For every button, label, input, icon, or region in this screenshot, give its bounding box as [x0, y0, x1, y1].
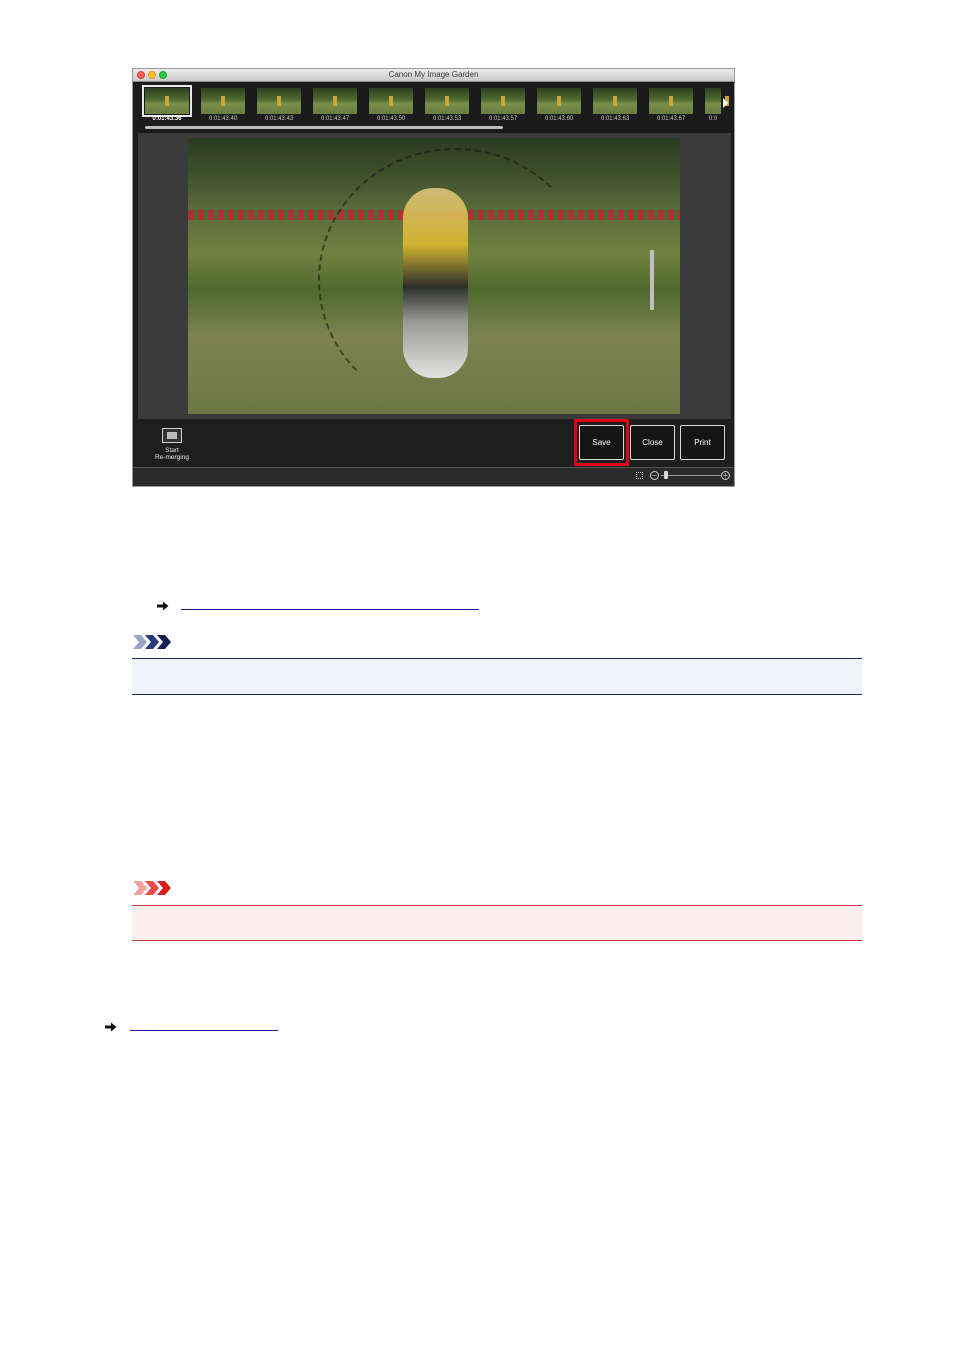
zoom-out-icon[interactable]: − [650, 471, 659, 480]
frame-thumbnail[interactable] [369, 88, 413, 114]
frame-time-label: 0:01:43.40 [208, 116, 238, 122]
zoom-slider-handle[interactable] [664, 471, 668, 479]
frame-thumbnail[interactable] [257, 88, 301, 114]
app-window: Canon My Image Garden 0:01:43.36 0:01:43… [132, 68, 735, 487]
title-bar: Canon My Image Garden [133, 69, 734, 82]
note-chevrons-icon [133, 635, 171, 649]
frame-thumbnail[interactable] [649, 88, 693, 114]
frame-time-label: 0:01:43.63 [600, 116, 630, 122]
frame-time-label: 0:01:43.43 [264, 116, 294, 122]
zoom-slider[interactable] [661, 475, 721, 476]
start-remerging-label: Start Re-merging [155, 447, 189, 461]
preview-area [138, 133, 731, 419]
print-button[interactable]: Print [680, 425, 725, 460]
merged-image [188, 138, 680, 414]
window-title: Canon My Image Garden [388, 70, 479, 79]
frame-time-label: 0:01:43.36 [152, 116, 182, 122]
frame-thumbnail[interactable] [593, 88, 637, 114]
frame-thumbnail[interactable] [481, 88, 525, 114]
close-button[interactable]: Close [630, 425, 675, 460]
frame-time-label: 0:01:43.67 [656, 116, 686, 122]
frame-thumbnail[interactable] [425, 88, 469, 114]
bottom-toolbar: Start Re-merging Save Close Print [133, 419, 734, 467]
frame-thumbnail[interactable] [537, 88, 581, 114]
fit-to-window-icon[interactable] [636, 472, 643, 479]
zoom-in-icon[interactable]: + [721, 471, 730, 480]
frame-time-label: 0:0 [708, 116, 718, 122]
frame-time-label: 0:01:43.53 [432, 116, 462, 122]
related-link[interactable] [157, 599, 479, 613]
frame-thumbnail[interactable] [142, 85, 192, 117]
right-arrow-icon [105, 1022, 117, 1032]
filmstrip-scrollbar[interactable] [145, 126, 503, 129]
top-page-link[interactable] [105, 1020, 280, 1034]
right-arrow-icon [157, 601, 169, 611]
remerge-icon [162, 428, 182, 443]
frame-time-label: 0:01:43.57 [488, 116, 518, 122]
important-box [132, 905, 862, 941]
note-box [132, 658, 862, 695]
filmstrip-next-icon[interactable] [723, 98, 728, 108]
frame-thumbnail[interactable] [313, 88, 357, 114]
frame-filmstrip: 0:01:43.36 0:01:43.40 0:01:43.43 0:01:43… [133, 82, 734, 133]
save-highlight-box [574, 419, 629, 466]
frame-thumbnail[interactable] [201, 88, 245, 114]
important-chevrons-icon [133, 881, 171, 895]
frame-time-label: 0:01:43.47 [320, 116, 350, 122]
frame-time-label: 0:01:43.50 [376, 116, 406, 122]
status-bar: − + [133, 467, 734, 486]
frame-thumbnail[interactable] [705, 88, 729, 114]
frame-time-label: 0:01:43.60 [544, 116, 574, 122]
